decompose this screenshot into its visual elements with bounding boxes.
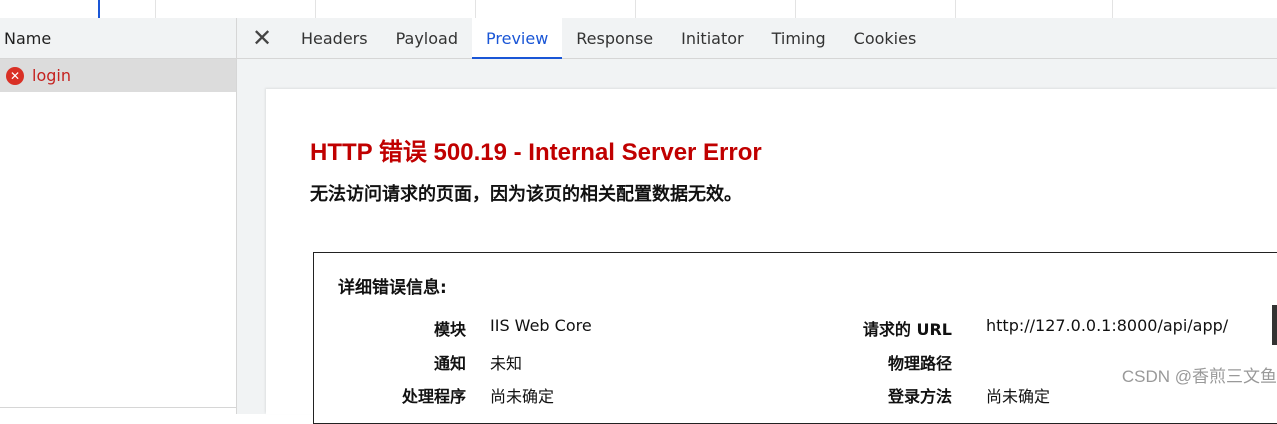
request-name: login xyxy=(32,66,71,85)
timeline-gridline xyxy=(1112,0,1113,18)
error-icon: ✕ xyxy=(6,66,24,85)
network-timeline xyxy=(0,0,1277,19)
detail-label-module: 模块 xyxy=(433,320,466,339)
tab-initiator[interactable]: Initiator xyxy=(667,18,757,58)
detail-label-physical-path: 物理路径 xyxy=(887,354,952,373)
detail-label-notification: 通知 xyxy=(433,354,466,373)
detail-label-request-url: 请求的 URL xyxy=(862,320,952,339)
details-heading: 详细错误信息: xyxy=(338,278,447,298)
tab-payload[interactable]: Payload xyxy=(382,18,472,58)
timeline-marker xyxy=(98,0,100,18)
tab-response[interactable]: Response xyxy=(562,18,667,58)
tab-headers[interactable]: Headers xyxy=(287,18,382,58)
error-subtitle: 无法访问请求的页面，因为该页的相关配置数据无效。 xyxy=(310,184,742,205)
tab-preview[interactable]: Preview xyxy=(472,18,563,59)
detail-label-logon-method: 登录方法 xyxy=(887,387,952,406)
detail-value-logon-method: 尚未确定 xyxy=(986,387,1051,406)
timeline-gridline xyxy=(155,0,156,18)
timeline-gridline xyxy=(635,0,636,18)
request-detail-panel: ✕ Headers Payload Preview Response Initi… xyxy=(237,18,1277,424)
request-row-login[interactable]: ✕ login xyxy=(0,59,236,92)
divider xyxy=(0,407,236,408)
timeline-gridline xyxy=(475,0,476,18)
error-title: HTTP 错误 500.19 - Internal Server Error xyxy=(310,139,762,166)
tab-cookies[interactable]: Cookies xyxy=(840,18,931,58)
watermark: CSDN @香煎三文鱼 xyxy=(1121,367,1277,386)
detail-value-handler: 尚未确定 xyxy=(490,387,555,406)
name-column-label: Name xyxy=(4,28,52,48)
detail-tab-bar: ✕ Headers Payload Preview Response Initi… xyxy=(237,18,1277,59)
detail-value-module: IIS Web Core xyxy=(490,316,592,335)
detail-value-notification: 未知 xyxy=(490,354,523,373)
request-list-panel: Name ✕ login xyxy=(0,18,237,414)
name-column-header[interactable]: Name xyxy=(0,18,236,59)
error-details-box: 详细错误信息: 模块 IIS Web Core 通知 未知 处理程序 尚未确定 … xyxy=(313,252,1277,424)
timeline-gridline xyxy=(795,0,796,18)
tab-timing[interactable]: Timing xyxy=(758,18,840,58)
text-caret xyxy=(1272,305,1277,345)
detail-value-request-url: http://127.0.0.1:8000/api/app/ xyxy=(986,316,1229,335)
close-icon[interactable]: ✕ xyxy=(237,18,287,58)
timeline-gridline xyxy=(955,0,956,18)
timeline-gridline xyxy=(315,0,316,18)
detail-label-handler: 处理程序 xyxy=(401,387,466,406)
